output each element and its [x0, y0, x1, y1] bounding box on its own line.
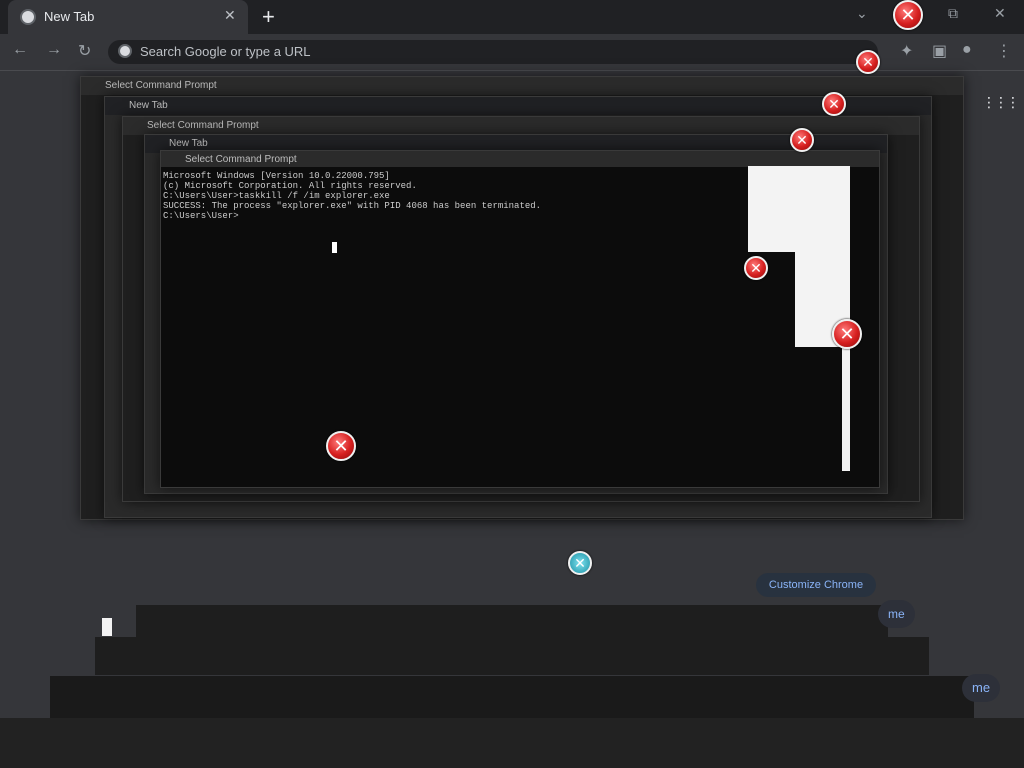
window-title: New Tab [105, 97, 931, 115]
back-button[interactable]: ← [12, 41, 28, 59]
trail-bar-3 [50, 676, 974, 718]
extensions-icon[interactable]: ✦ [900, 41, 913, 61]
error-icon[interactable]: ✕ [832, 319, 862, 349]
customize-chrome-button[interactable]: Customize Chrome [756, 573, 876, 597]
error-icon[interactable]: ✕ [744, 256, 768, 280]
trail-bar-2 [95, 637, 929, 675]
reload-button[interactable]: ↻ [78, 41, 91, 61]
forward-button[interactable]: → [46, 41, 62, 59]
tab-title: New Tab [44, 9, 95, 24]
taskbar-area [0, 718, 1024, 768]
error-icon[interactable]: ✕ [893, 0, 923, 30]
error-icon[interactable]: ✕ [326, 431, 356, 461]
tab-search-icon[interactable]: ⌄ [856, 5, 868, 22]
address-bar-placeholder: Search Google or type a URL [140, 44, 311, 59]
white-panel-top [748, 166, 850, 252]
error-icon[interactable]: ✕ [822, 92, 846, 116]
apps-grid-icon[interactable]: ⋮⋮⋮ [982, 94, 1020, 111]
chrome-logo-icon [20, 9, 36, 25]
restore-button[interactable]: ⧉ [948, 5, 958, 22]
tab-close-icon[interactable]: ✕ [224, 7, 236, 24]
close-window-button[interactable]: ✕ [994, 5, 1006, 22]
error-icon-faded[interactable]: ✕ [568, 551, 592, 575]
error-icon[interactable]: ✕ [790, 128, 814, 152]
side-panel-icon[interactable]: ▣ [932, 41, 947, 61]
text-cursor [332, 242, 337, 253]
trail-white-chip [102, 618, 112, 636]
menu-icon[interactable]: ⋮ [996, 41, 1012, 61]
trail-pill-1[interactable]: me [878, 600, 915, 628]
trail-pill-2[interactable]: me [962, 674, 1001, 702]
error-icon[interactable]: ✕ [856, 50, 880, 74]
new-tab-button[interactable]: + [262, 4, 275, 30]
trail-bar-1 [136, 605, 888, 637]
google-icon [118, 44, 132, 58]
white-panel-strip [842, 347, 850, 471]
profile-icon[interactable]: ● [962, 41, 972, 59]
